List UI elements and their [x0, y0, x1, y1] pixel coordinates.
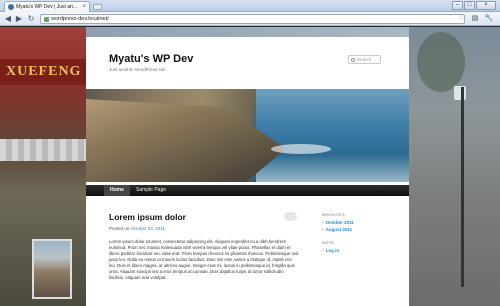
wrench-icon[interactable]: 🔧	[484, 14, 494, 24]
back-icon[interactable]: ◀	[3, 14, 13, 24]
close-tab-icon[interactable]: ×	[82, 4, 86, 10]
bookmark-star-icon[interactable]: ☆	[458, 14, 464, 24]
background-tree	[417, 32, 465, 92]
street-lamp-icon	[453, 85, 467, 101]
reload-icon[interactable]: ↻	[26, 14, 36, 24]
maximize-button[interactable]: □	[464, 1, 475, 10]
nav-item-sample-page[interactable]: Sample Page	[130, 185, 172, 196]
posted-on-label: Posted on	[109, 226, 130, 231]
archive-link-august-2011[interactable]: August 2011	[322, 227, 353, 232]
meta-link-log-in[interactable]: Log in	[322, 248, 340, 253]
minimize-button[interactable]: –	[452, 1, 463, 10]
header-foam	[271, 144, 331, 154]
meta-heading: META	[322, 240, 335, 245]
close-window-button[interactable]: ×	[476, 1, 496, 10]
browser-tab[interactable]: Myatu's WP Dev | Just an... ×	[4, 1, 90, 12]
header-image[interactable]	[86, 89, 409, 182]
post-content: Lorem ipsum dolor sit amet, consectetur …	[109, 239, 299, 280]
tab-title: Myatu's WP Dev | Just an...	[16, 4, 78, 10]
page-icon	[44, 16, 49, 22]
address-bar[interactable]: wordpress-dev.localnet/	[40, 14, 465, 24]
lamp-pole	[461, 87, 464, 287]
background-awning	[0, 139, 86, 161]
search-icon	[351, 57, 355, 62]
address-text: wordpress-dev.localnet/	[51, 16, 109, 22]
background-right-street	[409, 27, 500, 306]
browser-titlebar: Myatu's WP Dev | Just an... × – □ ×	[0, 0, 500, 12]
search-placeholder: Search	[357, 57, 372, 62]
header-sea	[256, 89, 409, 182]
site-title[interactable]: Myatu's WP Dev	[109, 53, 193, 65]
post-date-link[interactable]: October 23, 2011	[131, 226, 165, 231]
background-sky	[86, 27, 409, 37]
comment-bubble-icon[interactable]	[284, 212, 297, 221]
forward-icon[interactable]: ▶	[14, 14, 24, 24]
archive-link-october-2011[interactable]: October 2011	[322, 220, 354, 225]
wordpress-page: Myatu's WP Dev Just another WordPress si…	[86, 37, 409, 306]
browser-viewport: XUEFENG Myatu's WP Dev Just another Word…	[0, 27, 500, 306]
new-tab-button[interactable]	[93, 4, 102, 10]
post-title[interactable]: Lorem ipsum dolor	[109, 212, 186, 222]
site-description: Just another WordPress site	[109, 67, 166, 72]
wordpress-favicon-icon	[8, 4, 14, 10]
post-meta: Posted on October 23, 2011	[109, 226, 165, 231]
main-navigation: Home Sample Page	[86, 185, 409, 196]
browser-toolbar: ◀ ▶ ↻ wordpress-dev.localnet/ ☆ ▤ 🔧	[0, 12, 500, 26]
nav-item-home[interactable]: Home	[104, 185, 130, 196]
archives-heading: ARCHIVES	[322, 212, 345, 217]
page-menu-icon[interactable]: ▤	[470, 14, 480, 24]
background-thumbnail-photo	[32, 239, 72, 299]
search-input[interactable]: Search	[348, 55, 381, 64]
background-sign: XUEFENG	[0, 59, 86, 85]
